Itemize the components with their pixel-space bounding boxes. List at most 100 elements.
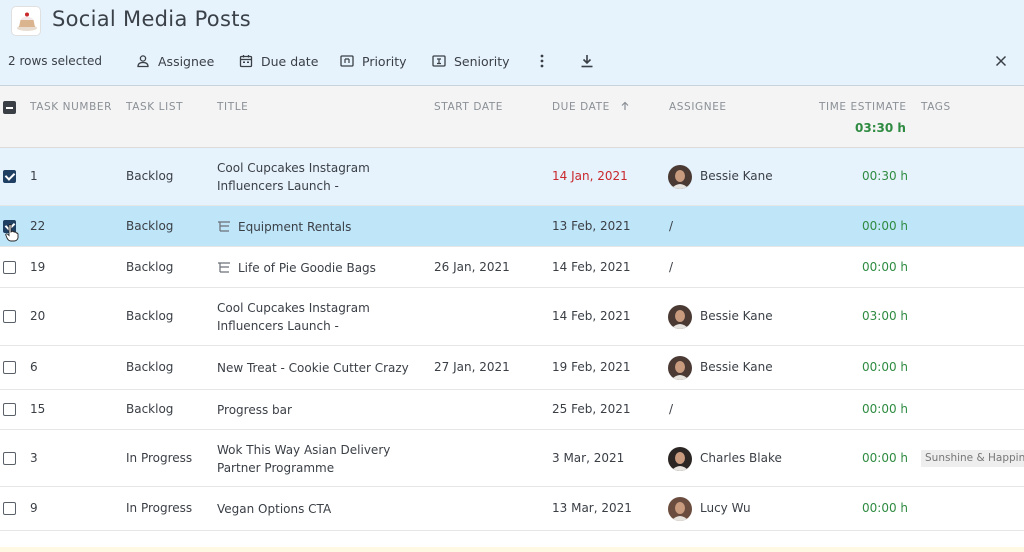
- due-date-cell: 14 Jan, 2021: [552, 169, 628, 183]
- select-all-checkbox[interactable]: [3, 101, 16, 114]
- table-row[interactable]: 3 In Progress Wok This Way Asian Delivery …: [0, 430, 1024, 487]
- assignee-name[interactable]: Charles Blake: [700, 451, 782, 465]
- start-date-cell: 27 Jan, 2021: [434, 360, 510, 374]
- row-checkbox[interactable]: [3, 502, 16, 515]
- column-header-due-date[interactable]: DUE DATE: [552, 101, 630, 113]
- task-title-text: Cool Cupcakes Instagram Influencers Laun…: [217, 161, 370, 193]
- subtask-icon: [218, 262, 230, 273]
- assignee-label: Assignee: [158, 53, 215, 69]
- calendar-icon: [239, 55, 253, 68]
- table-row[interactable]: 6 Backlog New Treat - Cookie Cutter Crazy 2…: [0, 346, 1024, 390]
- row-checkbox[interactable]: [3, 260, 16, 274]
- row-checkbox[interactable]: [3, 310, 16, 323]
- task-number-cell: 22: [30, 218, 46, 233]
- due-date-cell: 25 Feb, 2021: [552, 402, 631, 416]
- time-estimate-cell: 00:00 h: [862, 259, 909, 274]
- task-title-cell[interactable]: New Treat - Cookie Cutter Crazy: [217, 359, 417, 377]
- person-icon: [137, 55, 149, 68]
- task-number-cell: 19: [30, 259, 46, 274]
- download-icon: [581, 55, 593, 68]
- task-list-cell: Backlog: [126, 169, 174, 183]
- time-estimate-cell: 00:00 h: [862, 501, 909, 515]
- task-list-cell: Backlog: [126, 360, 174, 374]
- avatar: [668, 165, 692, 189]
- project-logo: [11, 6, 41, 36]
- table-row[interactable]: 22 Backlog Equipment Rentals 13 Feb, 2021 / 0…: [0, 206, 1024, 247]
- row-checkbox[interactable]: [3, 170, 16, 183]
- due-date-cell: 19 Feb, 2021: [552, 360, 631, 374]
- download-button[interactable]: [577, 51, 597, 71]
- table-row[interactable]: 9 In Progress Vegan Options CTA 13 Mar, 202…: [0, 487, 1024, 531]
- close-selection-button[interactable]: [991, 51, 1011, 71]
- task-title-cell[interactable]: Equipment Rentals: [217, 218, 417, 236]
- assignee-name[interactable]: Bessie Kane: [700, 169, 773, 183]
- assignee-name[interactable]: Bessie Kane: [700, 309, 773, 323]
- task-number-cell: 9: [30, 501, 38, 515]
- avatar: [668, 497, 692, 521]
- task-title-cell[interactable]: Cool Cupcakes Instagram Influencers Laun…: [217, 299, 417, 335]
- task-title-cell[interactable]: Vegan Options CTA: [217, 500, 417, 518]
- column-header-assignee[interactable]: ASSIGNEE: [669, 101, 727, 113]
- assignee-button[interactable]: Assignee: [136, 51, 214, 71]
- assignee-name[interactable]: Bessie Kane: [700, 360, 773, 374]
- table-row[interactable]: 15 Backlog Progress bar 25 Feb, 2021 / 00:00 …: [0, 390, 1024, 430]
- table-row[interactable]: 19 Backlog Life of Pie Goodie Bags 26 Jan, …: [0, 247, 1024, 288]
- task-list-cell: In Progress: [126, 501, 193, 515]
- task-title-text: Cool Cupcakes Instagram Influencers Laun…: [217, 301, 370, 333]
- row-checkbox[interactable]: [3, 361, 16, 374]
- more-options-button[interactable]: [532, 51, 552, 71]
- page-title: Social Media Posts: [52, 7, 251, 31]
- table-header: TASK NUMBER TASK LIST TITLE START DATE D…: [0, 86, 1024, 148]
- assignee-cell: /: [669, 218, 674, 233]
- subtask-icon: [218, 221, 230, 232]
- task-list-cell: Backlog: [126, 218, 174, 233]
- task-list-cell: Backlog: [126, 259, 174, 274]
- priority-label: Priority: [362, 53, 407, 69]
- time-estimate-cell: 00:00 h: [862, 402, 909, 416]
- due-date-label: Due date: [261, 53, 319, 69]
- task-title-text: Wok This Way Asian Delivery Partner Prog…: [217, 442, 391, 475]
- due-date-cell: 14 Feb, 2021: [552, 309, 631, 323]
- table-row[interactable]: 20 Backlog Cool Cupcakes Instagram Influen…: [0, 288, 1024, 346]
- tag-chip[interactable]: Sunshine & Happine: [921, 449, 1024, 467]
- seniority-button[interactable]: Seniority: [432, 51, 510, 71]
- task-list-cell: Backlog: [126, 309, 174, 323]
- row-checkbox[interactable]: [3, 451, 16, 465]
- priority-button[interactable]: Priority: [340, 51, 407, 71]
- time-estimate-cell: 00:00 h: [862, 360, 909, 374]
- task-title-text: Vegan Options CTA: [217, 502, 332, 516]
- task-list-cell: In Progress: [126, 450, 193, 465]
- time-estimate-cell: 00:30 h: [862, 169, 909, 183]
- task-title-cell[interactable]: Cool Cupcakes Instagram Influencers Laun…: [217, 159, 417, 195]
- close-icon: [995, 55, 1007, 67]
- task-number-cell: 15: [30, 402, 46, 416]
- due-date-header-label: DUE DATE: [552, 101, 610, 113]
- due-date-button[interactable]: Due date: [239, 51, 318, 71]
- row-checkbox[interactable]: [3, 403, 16, 416]
- column-header-task-list[interactable]: TASK LIST: [126, 101, 183, 113]
- column-header-start-date[interactable]: START DATE: [434, 101, 503, 113]
- avatar: [668, 446, 692, 471]
- avatar: [668, 305, 692, 329]
- column-header-task-number[interactable]: TASK NUMBER: [30, 101, 112, 113]
- column-header-title[interactable]: TITLE: [217, 101, 248, 113]
- hand-cursor-icon: [5, 224, 19, 242]
- due-date-cell: 14 Feb, 2021: [552, 259, 631, 274]
- avatar: [668, 356, 692, 380]
- seniority-icon: [432, 55, 446, 67]
- task-list-cell: Backlog: [126, 402, 174, 416]
- task-title-cell[interactable]: Wok This Way Asian Delivery Partner Prog…: [217, 441, 417, 477]
- task-title-text: Progress bar: [217, 403, 292, 417]
- time-estimate-cell: 00:00 h: [862, 218, 909, 233]
- table-row[interactable]: 1 Backlog Cool Cupcakes Instagram Influenc…: [0, 148, 1024, 206]
- column-header-time-estimate[interactable]: TIME ESTIMATE: [819, 101, 907, 113]
- due-date-cell: 3 Mar, 2021: [552, 450, 625, 465]
- priority-icon: [340, 55, 354, 67]
- task-title-cell[interactable]: Life of Pie Goodie Bags: [217, 259, 417, 277]
- assignee-name[interactable]: Lucy Wu: [700, 501, 751, 515]
- arrow-up-icon: [621, 101, 629, 110]
- task-title-cell[interactable]: Progress bar: [217, 401, 417, 419]
- assignee-cell: /: [669, 402, 674, 416]
- column-header-tags[interactable]: TAGS: [921, 101, 951, 113]
- task-title-text: New Treat - Cookie Cutter Crazy: [217, 361, 409, 375]
